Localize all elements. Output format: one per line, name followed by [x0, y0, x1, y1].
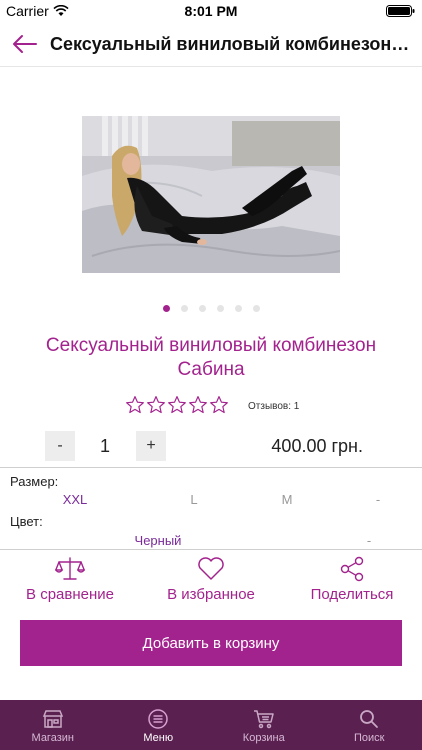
product-title: Сексуальный виниловый комбинезон Сабина — [45, 335, 377, 380]
gallery-dot[interactable] — [180, 305, 188, 312]
gallery-dot[interactable] — [252, 305, 260, 312]
reviews-count[interactable]: Отзывов: 1 — [248, 401, 299, 412]
tab-cart-label: Корзина — [242, 732, 285, 744]
size-option-m[interactable]: M — [257, 492, 317, 507]
star-icon[interactable] — [188, 395, 208, 415]
share-icon — [340, 556, 364, 582]
compare-button[interactable]: В сравнение — [5, 556, 135, 606]
back-arrow-icon[interactable] — [10, 30, 40, 58]
battery-icon — [386, 5, 415, 17]
color-label: Цвет: — [10, 514, 43, 529]
gallery-dot[interactable] — [162, 305, 170, 312]
gallery-dot[interactable] — [198, 305, 206, 312]
navigation-bar: Сексуальный виниловый комбинезон С... — [0, 22, 422, 67]
gallery-dot[interactable] — [234, 305, 242, 312]
search-icon — [360, 710, 379, 728]
share-button[interactable]: Поделиться — [287, 556, 417, 606]
size-option-empty[interactable]: - — [348, 492, 408, 507]
tab-cart[interactable]: Корзина — [211, 700, 317, 750]
menu-icon — [148, 709, 168, 729]
favorite-button[interactable]: В избранное — [146, 556, 276, 606]
tab-search-label: Поиск — [354, 732, 385, 744]
size-label: Размер: — [10, 474, 59, 489]
tab-search[interactable]: Поиск — [317, 700, 422, 750]
size-option-l[interactable]: L — [164, 492, 224, 507]
favorite-label: В избранное — [167, 586, 255, 603]
size-option-xxl[interactable]: XXL — [45, 492, 105, 507]
star-icon[interactable] — [209, 395, 229, 415]
gallery-dot[interactable] — [216, 305, 224, 312]
star-icon[interactable] — [167, 395, 187, 415]
quantity-increase-button[interactable]: + — [136, 431, 166, 461]
product-photo-illustration — [82, 116, 340, 273]
rating-stars[interactable] — [125, 395, 229, 415]
tab-store-label: Магазин — [31, 732, 74, 744]
heart-icon — [198, 557, 224, 580]
status-bar: Carrier 8:01 PM — [0, 0, 422, 22]
quantity-decrease-button[interactable]: - — [45, 431, 75, 461]
tab-menu[interactable]: Меню — [106, 700, 212, 750]
page-title: Сексуальный виниловый комбинезон С... — [50, 34, 410, 54]
cart-icon — [253, 710, 274, 729]
color-option-empty[interactable]: - — [339, 533, 399, 548]
tab-menu-label: Меню — [143, 732, 174, 744]
star-icon[interactable] — [125, 395, 145, 415]
add-to-cart-button[interactable]: Добавить в корзину — [20, 620, 402, 666]
store-icon — [42, 710, 63, 728]
product-image[interactable] — [82, 116, 340, 273]
divider — [0, 549, 422, 550]
scales-icon — [55, 557, 85, 580]
color-option-black[interactable]: Черный — [118, 533, 198, 548]
tab-bar: Магазин Меню Корзина Поиск — [0, 700, 422, 750]
share-label: Поделиться — [310, 586, 394, 603]
divider — [0, 467, 422, 468]
compare-label: В сравнение — [26, 586, 114, 603]
clock: 8:01 PM — [184, 3, 238, 19]
gallery-pagination[interactable] — [0, 305, 422, 312]
quantity-value: 1 — [99, 436, 110, 456]
tab-store[interactable]: Магазин — [0, 700, 106, 750]
star-icon[interactable] — [146, 395, 166, 415]
product-price: 400.00 грн. — [271, 436, 363, 456]
